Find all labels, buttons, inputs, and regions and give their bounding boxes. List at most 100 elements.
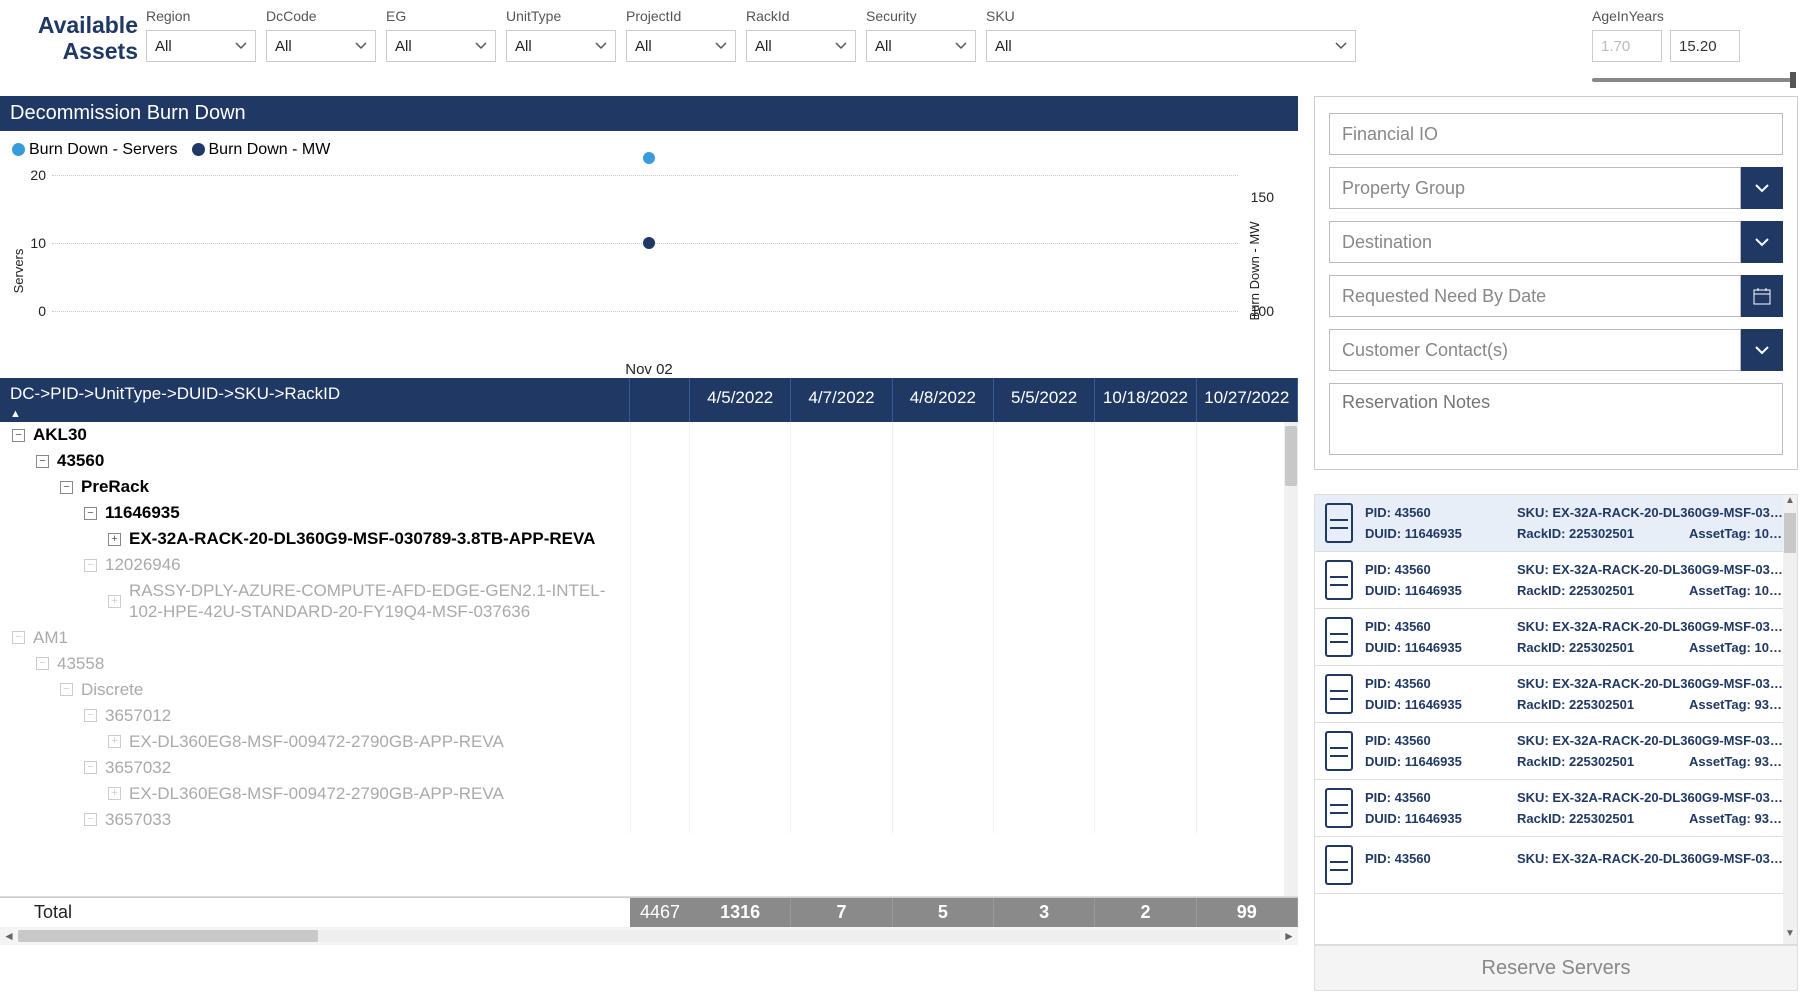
tree-row[interactable]: − 43558 [0, 651, 1298, 677]
filter-label-security: Security [866, 8, 976, 24]
vertical-scrollbar[interactable] [1284, 422, 1298, 896]
age-slider[interactable] [1592, 78, 1792, 82]
horizontal-scrollbar[interactable]: ◄ ► [0, 927, 1298, 945]
tree-row[interactable]: − 3657033 [0, 807, 1298, 833]
filter-label-dccode: DcCode [266, 8, 376, 24]
expand-icon[interactable]: + [108, 533, 121, 546]
age-max-input[interactable] [1670, 30, 1740, 62]
table-body[interactable]: − AKL30 − 43560 − PreRack − 11646935 + E… [0, 422, 1298, 897]
cards-scroll-up-icon[interactable]: ▲ [1783, 495, 1797, 511]
asset-card[interactable]: PID: 43560 SKU: EX-32A-RACK-20-DL360G9-M… [1315, 552, 1797, 609]
age-min-input[interactable] [1592, 30, 1662, 62]
tree-row[interactable]: + EX-32A-RACK-20-DL360G9-MSF-030789-3.8T… [0, 526, 1298, 552]
expand-icon[interactable]: + [108, 595, 121, 608]
date-header[interactable]: 4/8/2022 [893, 378, 994, 422]
filter-select-security[interactable]: All [866, 30, 976, 62]
collapse-icon[interactable]: − [84, 559, 97, 572]
contacts-chevron-icon[interactable] [1741, 329, 1783, 371]
property-group-chevron-icon[interactable] [1741, 167, 1783, 209]
scroll-right-icon[interactable]: ► [1280, 929, 1298, 943]
legend-item[interactable]: Burn Down - MW [192, 141, 331, 159]
server-icon [1325, 503, 1353, 543]
card-rack: RackID: 225302501 [1517, 583, 1677, 598]
asset-card[interactable]: PID: 43560 SKU: EX-32A-RACK-20-DL360G9-M… [1315, 723, 1797, 780]
vertical-scrollbar-thumb[interactable] [1285, 426, 1297, 486]
data-point-servers[interactable] [643, 152, 655, 164]
filter-label-rackid: RackId [746, 8, 856, 24]
filter-select-dccode[interactable]: All [266, 30, 376, 62]
date-header[interactable]: 4/7/2022 [791, 378, 892, 422]
tree-row[interactable]: + RASSY-DPLY-AZURE-COMPUTE-AFD-EDGE-GEN2… [0, 578, 1298, 625]
asset-cards-list[interactable]: PID: 43560 SKU: EX-32A-RACK-20-DL360G9-M… [1314, 494, 1798, 945]
collapse-icon[interactable]: − [84, 813, 97, 826]
cards-scroll-down-icon[interactable]: ▼ [1783, 928, 1797, 944]
card-sku: SKU: EX-32A-RACK-20-DL360G9-MSF-030789-3… [1517, 733, 1787, 748]
tree-row[interactable]: − AM1 [0, 625, 1298, 651]
card-rack: RackID: 225302501 [1517, 697, 1677, 712]
filter-select-sku[interactable]: All [986, 30, 1356, 62]
chart-title: Decommission Burn Down [0, 96, 1298, 131]
reserve-servers-button[interactable]: Reserve Servers [1314, 945, 1798, 991]
date-header[interactable]: 10/27/2022 [1197, 378, 1298, 422]
collapse-icon[interactable]: − [84, 709, 97, 722]
tree-row[interactable]: − Discrete [0, 677, 1298, 703]
filter-select-projectid[interactable]: All [626, 30, 736, 62]
filter-select-rackid[interactable]: All [746, 30, 856, 62]
filter-select-eg[interactable]: All [386, 30, 496, 62]
tree-label: AM1 [33, 628, 68, 648]
legend-dot-icon [192, 143, 205, 156]
tree-row[interactable]: − 43560 [0, 448, 1298, 474]
collapse-icon[interactable]: − [84, 507, 97, 520]
expand-icon[interactable]: + [108, 787, 121, 800]
cards-scrollbar[interactable]: ▲ ▼ [1783, 495, 1797, 944]
sort-caret-icon: ▲ [10, 408, 21, 420]
filter-label-sku: SKU [986, 8, 1356, 24]
filter-select-unittype[interactable]: All [506, 30, 616, 62]
collapse-icon[interactable]: − [84, 761, 97, 774]
asset-card[interactable]: PID: 43560 SKU: EX-32A-RACK-20-DL360G9-M… [1315, 666, 1797, 723]
tree-row[interactable]: + EX-DL360EG8-MSF-009472-2790GB-APP-REVA [0, 729, 1298, 755]
filter-select-region[interactable]: All [146, 30, 256, 62]
data-point-mw[interactable] [643, 237, 655, 249]
card-rack: RackID: 225302501 [1517, 640, 1677, 655]
card-pid: PID: 43560 [1365, 790, 1505, 805]
tree-row[interactable]: − 11646935 [0, 500, 1298, 526]
server-icon [1325, 617, 1353, 657]
filter-label-region: Region [146, 8, 256, 24]
property-group-select[interactable] [1329, 167, 1741, 209]
tree-row[interactable]: − 12026946 [0, 552, 1298, 578]
customer-contacts-select[interactable] [1329, 329, 1741, 371]
y-axis-label: Servers [11, 248, 26, 293]
collapse-icon[interactable]: − [36, 455, 49, 468]
tree-row[interactable]: + EX-DL360EG8-MSF-009472-2790GB-APP-REVA [0, 781, 1298, 807]
destination-select[interactable] [1329, 221, 1741, 263]
legend-item[interactable]: Burn Down - Servers [12, 141, 178, 159]
reservation-notes-textarea[interactable] [1329, 383, 1783, 455]
collapse-icon[interactable]: − [60, 683, 73, 696]
collapse-icon[interactable]: − [12, 631, 25, 644]
collapse-icon[interactable]: − [60, 481, 73, 494]
asset-card[interactable]: PID: 43560 SKU: EX-32A-RACK-20-DL360G9-M… [1315, 837, 1797, 894]
tree-row[interactable]: − 3657032 [0, 755, 1298, 781]
date-header[interactable]: 4/5/2022 [690, 378, 791, 422]
horizontal-scrollbar-thumb[interactable] [18, 930, 318, 942]
date-header[interactable]: 5/5/2022 [994, 378, 1095, 422]
cards-scrollbar-thumb[interactable] [1784, 513, 1796, 553]
expand-icon[interactable]: + [108, 735, 121, 748]
tree-row[interactable]: − PreRack [0, 474, 1298, 500]
age-slider-thumb[interactable] [1790, 72, 1796, 88]
collapse-icon[interactable]: − [12, 429, 25, 442]
financial-io-input[interactable] [1329, 113, 1783, 155]
asset-card[interactable]: PID: 43560 SKU: EX-32A-RACK-20-DL360G9-M… [1315, 780, 1797, 837]
date-header[interactable]: 10/18/2022 [1095, 378, 1196, 422]
calendar-icon[interactable] [1741, 275, 1783, 317]
destination-chevron-icon[interactable] [1741, 221, 1783, 263]
asset-card[interactable]: PID: 43560 SKU: EX-32A-RACK-20-DL360G9-M… [1315, 495, 1797, 552]
tree-header[interactable]: DC->PID->UnitType->DUID->SKU->RackID ▲ [0, 378, 630, 422]
tree-row[interactable]: − 3657012 [0, 703, 1298, 729]
scroll-left-icon[interactable]: ◄ [0, 929, 18, 943]
tree-row[interactable]: − AKL30 [0, 422, 1298, 448]
collapse-icon[interactable]: − [36, 657, 49, 670]
need-by-date-input[interactable] [1329, 275, 1741, 317]
asset-card[interactable]: PID: 43560 SKU: EX-32A-RACK-20-DL360G9-M… [1315, 609, 1797, 666]
